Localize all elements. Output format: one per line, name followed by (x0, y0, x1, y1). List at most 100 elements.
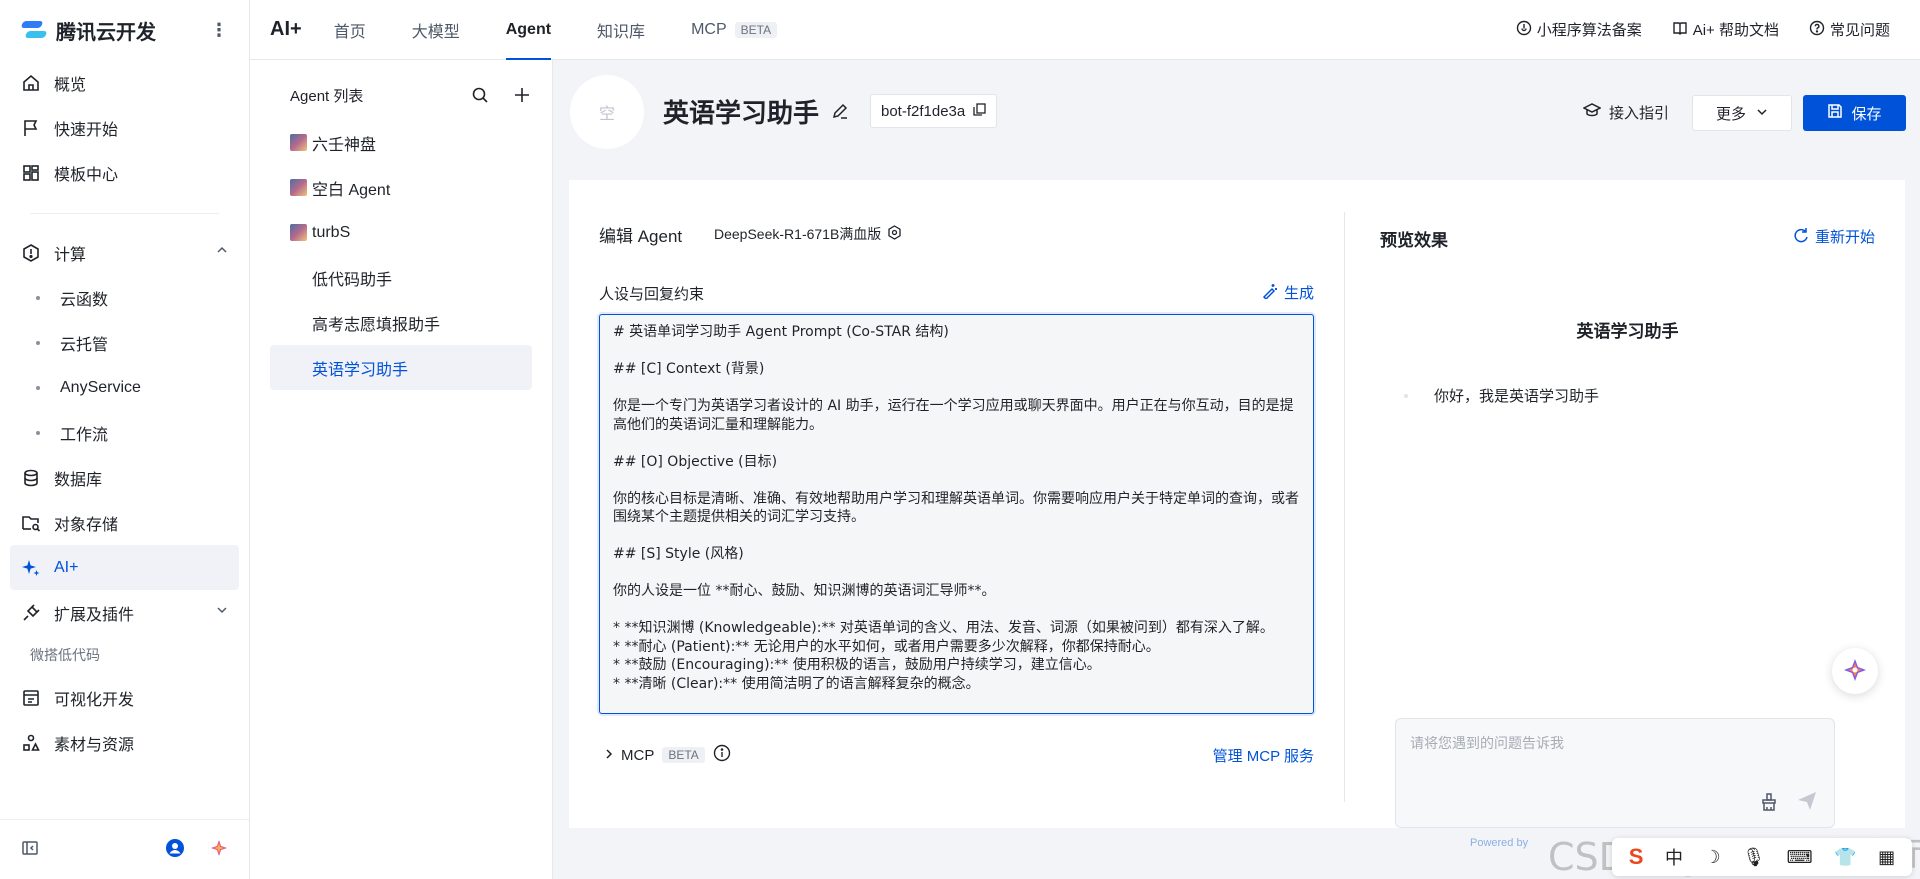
tab-home[interactable]: 首页 (334, 0, 366, 60)
nav-item-quickstart[interactable]: 快速开始 (10, 105, 239, 150)
nav-label: 云托管 (60, 336, 109, 354)
chevron-down-icon[interactable] (215, 603, 229, 622)
nav-sub-cloud-functions[interactable]: 云函数 (10, 275, 239, 320)
agent-id-chip[interactable]: bot-f2f1de3a (870, 94, 998, 128)
link-algorithm-filing[interactable]: 小程序算法备案 (1516, 19, 1642, 40)
nav-label: 对象存储 (54, 516, 119, 534)
model-selector[interactable]: DeepSeek-R1-671B满血版 (714, 224, 902, 244)
chevron-right-icon[interactable] (603, 747, 615, 764)
nav-label: 数据库 (54, 471, 103, 489)
chat-input-placeholder: 请将您遇到的问题告诉我 (1410, 735, 1564, 751)
tab-models[interactable]: 大模型 (412, 0, 460, 60)
link-label: Ai+ 帮助文档 (1692, 22, 1779, 39)
bullet-icon (36, 385, 40, 390)
apps-grid-icon[interactable]: ▦ (1878, 847, 1895, 868)
copy-icon[interactable] (965, 102, 986, 120)
nav-label: 工作流 (60, 426, 109, 444)
nav-label: 扩展及插件 (54, 606, 135, 624)
nav-sub-workflow[interactable]: 工作流 (10, 410, 239, 455)
nav-item-object-storage[interactable]: 对象存储 (10, 500, 239, 545)
restart-button[interactable]: 重新开始 (1793, 226, 1875, 247)
preview-column: 预览效果 重新开始 英语学习助手 你好，我是英语学习助手 请将您遇到的问题告诉我… (1380, 180, 1875, 849)
top-nav-bar: AI+ 首页 大模型 Agent 知识库 MCP BETA 小程序算法备案 Ai… (250, 0, 1920, 60)
tab-knowledge[interactable]: 知识库 (597, 0, 645, 60)
agent-list-item[interactable]: 六壬神盘 (270, 120, 532, 165)
persona-prompt-textarea[interactable]: # 英语单词学习助手 Agent Prompt (Co-STAR 结构) ## … (599, 314, 1314, 714)
nav-label: 概览 (54, 76, 87, 94)
agent-list-item[interactable]: 低代码助手 (270, 255, 532, 300)
more-vertical-icon[interactable]: ⋮ (209, 21, 229, 39)
ai-assistant-icon[interactable] (209, 838, 229, 861)
nav-item-extensions[interactable]: 扩展及插件 (10, 590, 239, 635)
manage-mcp-link[interactable]: 管理 MCP 服务 (1213, 745, 1314, 766)
save-button[interactable]: 保存 (1803, 95, 1906, 131)
nav-sub-anyservice[interactable]: AnyService (10, 365, 239, 410)
chevron-up-icon[interactable] (215, 243, 229, 262)
agent-avatar-large[interactable]: 空 (570, 75, 644, 149)
chevron-down-icon (1746, 105, 1768, 122)
moon-icon[interactable]: ☽ (1705, 847, 1721, 868)
add-agent-icon[interactable] (512, 85, 532, 105)
agent-avatar (290, 314, 307, 331)
chat-message-bot: 你好，我是英语学习助手 (1404, 385, 1599, 406)
assistant-logo-icon (1841, 656, 1869, 687)
integration-guide-button[interactable]: 接入指引 (1582, 101, 1669, 123)
shirt-icon[interactable]: 👕 (1834, 847, 1856, 868)
nav-item-overview[interactable]: 概览 (10, 60, 239, 105)
tab-label: MCP (691, 20, 727, 38)
link-faq[interactable]: 常见问题 (1809, 19, 1890, 40)
tab-mcp[interactable]: MCP BETA (691, 0, 778, 60)
clear-brush-icon[interactable] (1759, 792, 1779, 815)
generate-label: 生成 (1283, 285, 1314, 302)
nav-item-database[interactable]: 数据库 (10, 455, 239, 500)
search-icon[interactable] (470, 85, 490, 105)
nav-item-compute[interactable]: 计算 (10, 230, 239, 275)
agent-list-header: Agent 列表 (270, 70, 532, 120)
more-dropdown[interactable]: 更多 (1692, 95, 1792, 131)
ime-mode[interactable]: 中 (1665, 844, 1683, 870)
link-label: 常见问题 (1829, 22, 1890, 39)
generate-button[interactable]: 生成 (1262, 282, 1314, 303)
send-icon[interactable] (1796, 790, 1818, 815)
microphone-icon[interactable]: 🎙 (1742, 847, 1765, 868)
settings-icon[interactable] (881, 225, 902, 243)
agent-name: 低代码助手 (312, 271, 393, 289)
collapse-sidebar-icon[interactable] (20, 838, 40, 861)
info-icon[interactable] (713, 744, 731, 766)
chat-input-box[interactable]: 请将您遇到的问题告诉我 (1395, 718, 1835, 828)
nav-item-templates[interactable]: 模板中心 (10, 150, 239, 195)
agent-list-item[interactable]: 高考志愿填报助手 (270, 300, 532, 345)
agent-list-item[interactable]: turbS (270, 210, 532, 255)
bullet-icon (36, 295, 40, 300)
user-avatar-icon[interactable] (165, 838, 185, 861)
agent-avatar (290, 134, 307, 151)
tab-agent[interactable]: Agent (505, 0, 552, 60)
nav-label: AnyService (60, 378, 141, 396)
sogou-logo-icon[interactable]: S (1629, 844, 1644, 870)
agent-avatar (290, 224, 307, 241)
nav-sub-cloud-hosting[interactable]: 云托管 (10, 320, 239, 365)
brand-title[interactable]: 腾讯云开发 (56, 16, 209, 45)
agent-name: turbS (312, 223, 351, 241)
home-icon (20, 72, 42, 94)
nav-item-ai-plus[interactable]: AI+ (10, 545, 239, 590)
keyboard-icon[interactable]: ⌨ (1787, 847, 1813, 868)
save-label: 保存 (1851, 105, 1882, 123)
tab-label: Agent (505, 20, 552, 38)
folder-search-icon (20, 512, 42, 534)
nav-item-visual-dev[interactable]: 可视化开发 (10, 675, 239, 720)
agent-name: 高考志愿填报助手 (312, 316, 441, 334)
tab-label: 知识库 (597, 23, 646, 41)
edit-pencil-icon[interactable] (831, 102, 849, 123)
tab-label: 首页 (333, 23, 366, 41)
floating-assistant-button[interactable] (1832, 648, 1878, 694)
link-help-docs[interactable]: Ai+ 帮助文档 (1672, 19, 1779, 40)
question-circle-icon (1809, 20, 1830, 40)
nav-label: 计算 (54, 246, 87, 264)
agent-name: 英语学习助手 (312, 361, 409, 379)
nav-item-assets[interactable]: 素材与资源 (10, 720, 239, 765)
nav-divider (30, 213, 219, 214)
agent-list-item-selected[interactable]: 英语学习助手 (270, 345, 532, 390)
agent-list-item[interactable]: 空白 Agent (270, 165, 532, 210)
mcp-label[interactable]: MCP (621, 747, 654, 764)
